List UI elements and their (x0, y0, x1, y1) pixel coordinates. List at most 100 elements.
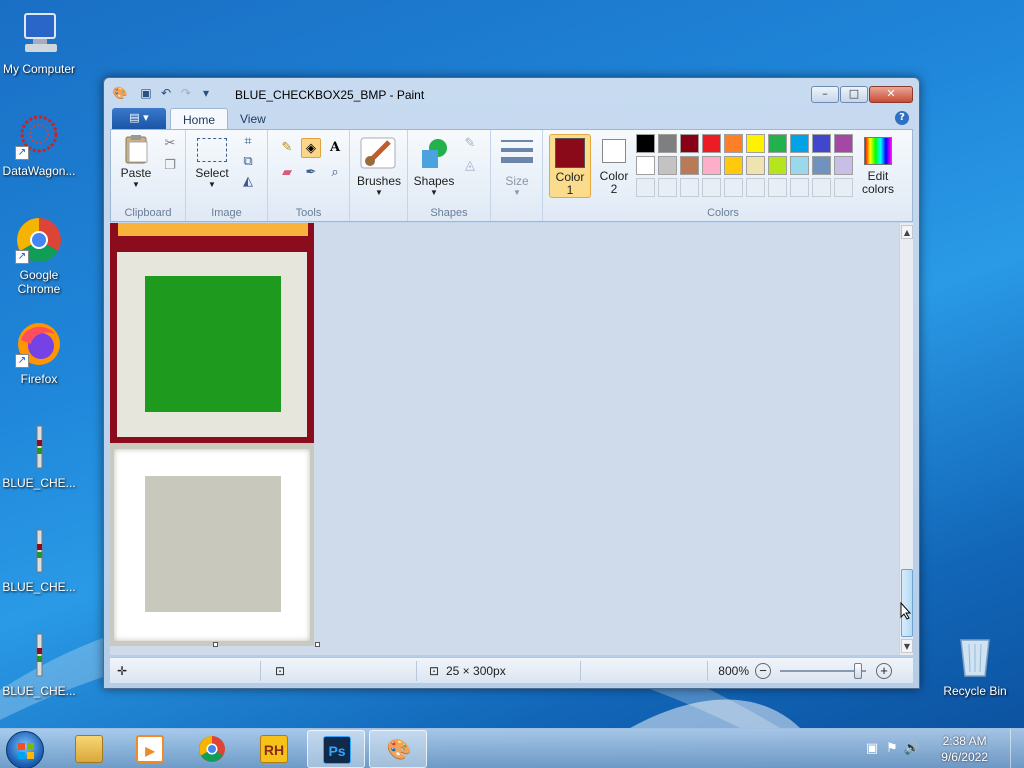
custom-color-slot[interactable] (768, 178, 787, 197)
palette-swatch[interactable] (702, 134, 721, 153)
file-menu-button[interactable]: ▤ ▾ (112, 108, 166, 129)
fill-shape-icon[interactable]: ◬ (460, 156, 480, 176)
canvas-area[interactable] (110, 223, 899, 655)
palette-swatch[interactable] (790, 134, 809, 153)
taskbar-chrome[interactable] (183, 730, 241, 768)
outline-icon[interactable]: ✎ (460, 134, 480, 154)
custom-color-slot[interactable] (746, 178, 765, 197)
title-bar[interactable]: 🎨 ▣ ↶ ↷ ▾ BLUE_CHECKBOX25_BMP - Paint – … (104, 78, 919, 106)
scroll-down-arrow-icon[interactable]: ▼ (901, 639, 913, 653)
save-icon[interactable]: ▣ (138, 85, 154, 101)
palette-swatch[interactable] (680, 156, 699, 175)
group-size[interactable]: Size ▼ (491, 130, 543, 221)
resize-icon[interactable]: ⧉ (238, 152, 258, 172)
palette-swatch[interactable] (834, 156, 853, 175)
help-icon[interactable]: ? (895, 111, 909, 125)
copy-icon[interactable]: ❐ (160, 156, 180, 176)
bitmap-canvas[interactable] (110, 223, 314, 646)
zoom-out-icon[interactable]: − (755, 663, 771, 679)
desktop-icon-blue-checkbox-1[interactable]: BLUE_CHE... (0, 424, 78, 490)
close-button[interactable]: ✕ (869, 86, 913, 103)
shapes-button[interactable]: Shapes ▼ (412, 134, 456, 198)
desktop-icon-firefox[interactable]: ↗ Firefox (0, 320, 78, 386)
palette-swatch[interactable] (812, 156, 831, 175)
palette-swatch[interactable] (636, 134, 655, 153)
desktop-icon-label: BLUE_CHE... (2, 476, 76, 490)
paint-window[interactable]: 🎨 ▣ ↶ ↷ ▾ BLUE_CHECKBOX25_BMP - Paint – … (103, 77, 920, 689)
pencil-icon[interactable]: ✎ (277, 138, 297, 158)
palette-swatch[interactable] (702, 156, 721, 175)
palette-swatch[interactable] (768, 156, 787, 175)
palette-swatch[interactable] (724, 134, 743, 153)
custom-color-slot[interactable] (790, 178, 809, 197)
undo-icon[interactable]: ↶ (158, 85, 174, 101)
zoom-slider-thumb[interactable] (854, 663, 862, 679)
custom-color-slot[interactable] (834, 178, 853, 197)
tab-view[interactable]: View (228, 108, 278, 130)
group-label-shapes: Shapes (430, 207, 468, 219)
palette-swatch[interactable] (658, 156, 677, 175)
desktop-icon-google-chrome[interactable]: ↗ Google Chrome (0, 216, 78, 296)
scroll-up-arrow-icon[interactable]: ▲ (901, 225, 913, 239)
taskbar-paint[interactable]: 🎨 (369, 730, 427, 768)
group-brushes[interactable]: Brushes ▼ (350, 130, 408, 221)
custom-color-slot[interactable] (658, 178, 677, 197)
clock[interactable]: 2:38 AM 9/6/2022 (941, 733, 988, 765)
palette-swatch[interactable] (746, 156, 765, 175)
color1-button[interactable]: Color 1 (549, 134, 591, 198)
text-icon[interactable]: A (325, 138, 345, 158)
cut-icon[interactable]: ✂ (160, 134, 180, 154)
taskbar-media-player[interactable]: ▶ (121, 730, 179, 768)
fill-icon[interactable]: ◈ (301, 138, 321, 158)
bitmap-file-icon (15, 632, 63, 680)
edit-colors-button[interactable]: Edit colors (857, 134, 899, 198)
redo-icon[interactable]: ↷ (178, 85, 194, 101)
zoom-in-icon[interactable]: + (876, 663, 892, 679)
action-center-icon[interactable]: ⚑ (882, 739, 902, 759)
desktop-icon-my-computer[interactable]: My Computer (0, 10, 78, 76)
palette-swatch[interactable] (834, 134, 853, 153)
select-button[interactable]: Select ▼ (192, 136, 232, 196)
resize-handle-bottom[interactable] (213, 642, 218, 647)
custom-color-slot[interactable] (636, 178, 655, 197)
color-picker-icon[interactable]: ✒ (301, 163, 321, 183)
desktop-icon-recycle-bin[interactable]: Recycle Bin (936, 632, 1014, 698)
desktop-icon-blue-checkbox-2[interactable]: BLUE_CHE... (0, 528, 78, 594)
custom-color-slot[interactable] (680, 178, 699, 197)
palette-swatch[interactable] (680, 134, 699, 153)
desktop-icon-blue-checkbox-3[interactable]: BLUE_CHE... (0, 632, 78, 698)
image-size-icon: ⊡ (428, 664, 440, 678)
custom-color-slot[interactable] (724, 178, 743, 197)
desktop-icon-datawagon[interactable]: ↗ DataWagon... (0, 112, 78, 178)
custom-color-slot[interactable] (702, 178, 721, 197)
palette-swatch[interactable] (812, 134, 831, 153)
magnifier-icon[interactable]: ⌕ (325, 163, 345, 183)
network-icon[interactable]: ▣ (862, 739, 882, 759)
taskbar-photoshop[interactable]: Ps (307, 730, 365, 768)
custom-color-slot[interactable] (812, 178, 831, 197)
resize-handle-corner[interactable] (315, 642, 320, 647)
selection-size-icon: ⊡ (274, 664, 286, 678)
taskbar-explorer[interactable] (60, 730, 118, 768)
volume-icon[interactable]: 🔊 (902, 739, 922, 759)
palette-swatch[interactable] (790, 156, 809, 175)
paint-app-icon[interactable]: 🎨 (112, 85, 128, 101)
color2-button[interactable]: Color 2 (593, 134, 635, 198)
tab-home[interactable]: Home (170, 108, 229, 130)
rotate-icon[interactable]: ◭ (238, 172, 258, 192)
show-desktop-button[interactable] (1010, 729, 1024, 768)
palette-swatch[interactable] (768, 134, 787, 153)
crop-icon[interactable]: ⌗ (238, 132, 258, 152)
minimize-button[interactable]: – (811, 86, 839, 103)
eraser-icon[interactable]: ▰ (277, 163, 297, 183)
palette-swatch[interactable] (636, 156, 655, 175)
start-button[interactable] (6, 731, 44, 768)
maximize-button[interactable]: □ (840, 86, 868, 103)
palette-swatch[interactable] (746, 134, 765, 153)
customize-toolbar-icon[interactable]: ▾ (198, 85, 214, 101)
palette-swatch[interactable] (724, 156, 743, 175)
vertical-scrollbar[interactable]: ▲ ▼ (899, 223, 913, 655)
paste-button[interactable]: Paste ▼ (117, 134, 155, 198)
palette-swatch[interactable] (658, 134, 677, 153)
taskbar-rh[interactable]: RH (245, 730, 303, 768)
